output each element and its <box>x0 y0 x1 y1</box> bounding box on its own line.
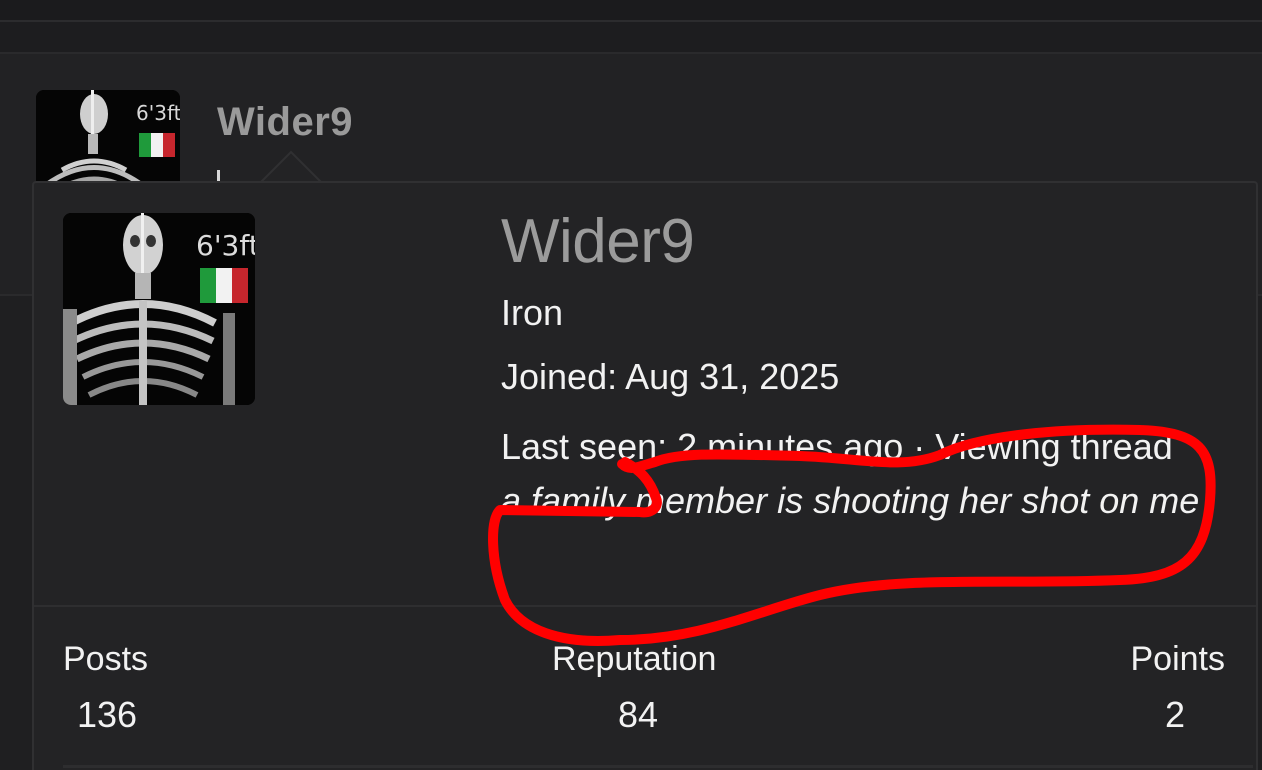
last-seen-activity: Last seen: 2 minutes ago · Viewing threa… <box>501 420 1201 528</box>
tooltip-avatar[interactable]: 6'3ft <box>63 213 255 405</box>
reputation-value: 84 <box>618 694 659 735</box>
points-label: Points <box>1130 640 1226 678</box>
tooltip-arrow <box>258 150 328 184</box>
italy-flag-icon <box>139 133 175 157</box>
stats-divider <box>34 605 1256 607</box>
sub-bar <box>0 22 1262 54</box>
user-role: Iron <box>501 292 564 333</box>
page: 6'3ft Wider9 6'3ft Wider9 Iron Joined: A… <box>0 0 1262 770</box>
skeleton-avatar-icon: 6'3ft <box>63 213 255 405</box>
posts-value: 136 <box>77 694 138 735</box>
viewed-thread-link[interactable]: a family member is shooting her shot on … <box>501 480 1199 521</box>
posts-label: Posts <box>63 640 149 678</box>
tooltip-bottom-edge <box>63 765 1253 768</box>
joined-date: Joined: Aug 31, 2025 <box>501 356 840 397</box>
avatar-height-text: 6'3ft <box>196 229 255 262</box>
top-bar <box>0 0 1262 22</box>
italy-flag-icon <box>200 268 248 303</box>
background-username[interactable]: Wider9 <box>217 100 353 145</box>
last-seen-prefix: Last seen: 2 minutes ago · Viewing threa… <box>501 426 1173 467</box>
tooltip-username[interactable]: Wider9 <box>501 206 695 277</box>
points-value: 2 <box>1164 694 1185 735</box>
reputation-label: Reputation <box>552 640 717 678</box>
avatar-height-text: 6'3ft <box>136 101 180 125</box>
